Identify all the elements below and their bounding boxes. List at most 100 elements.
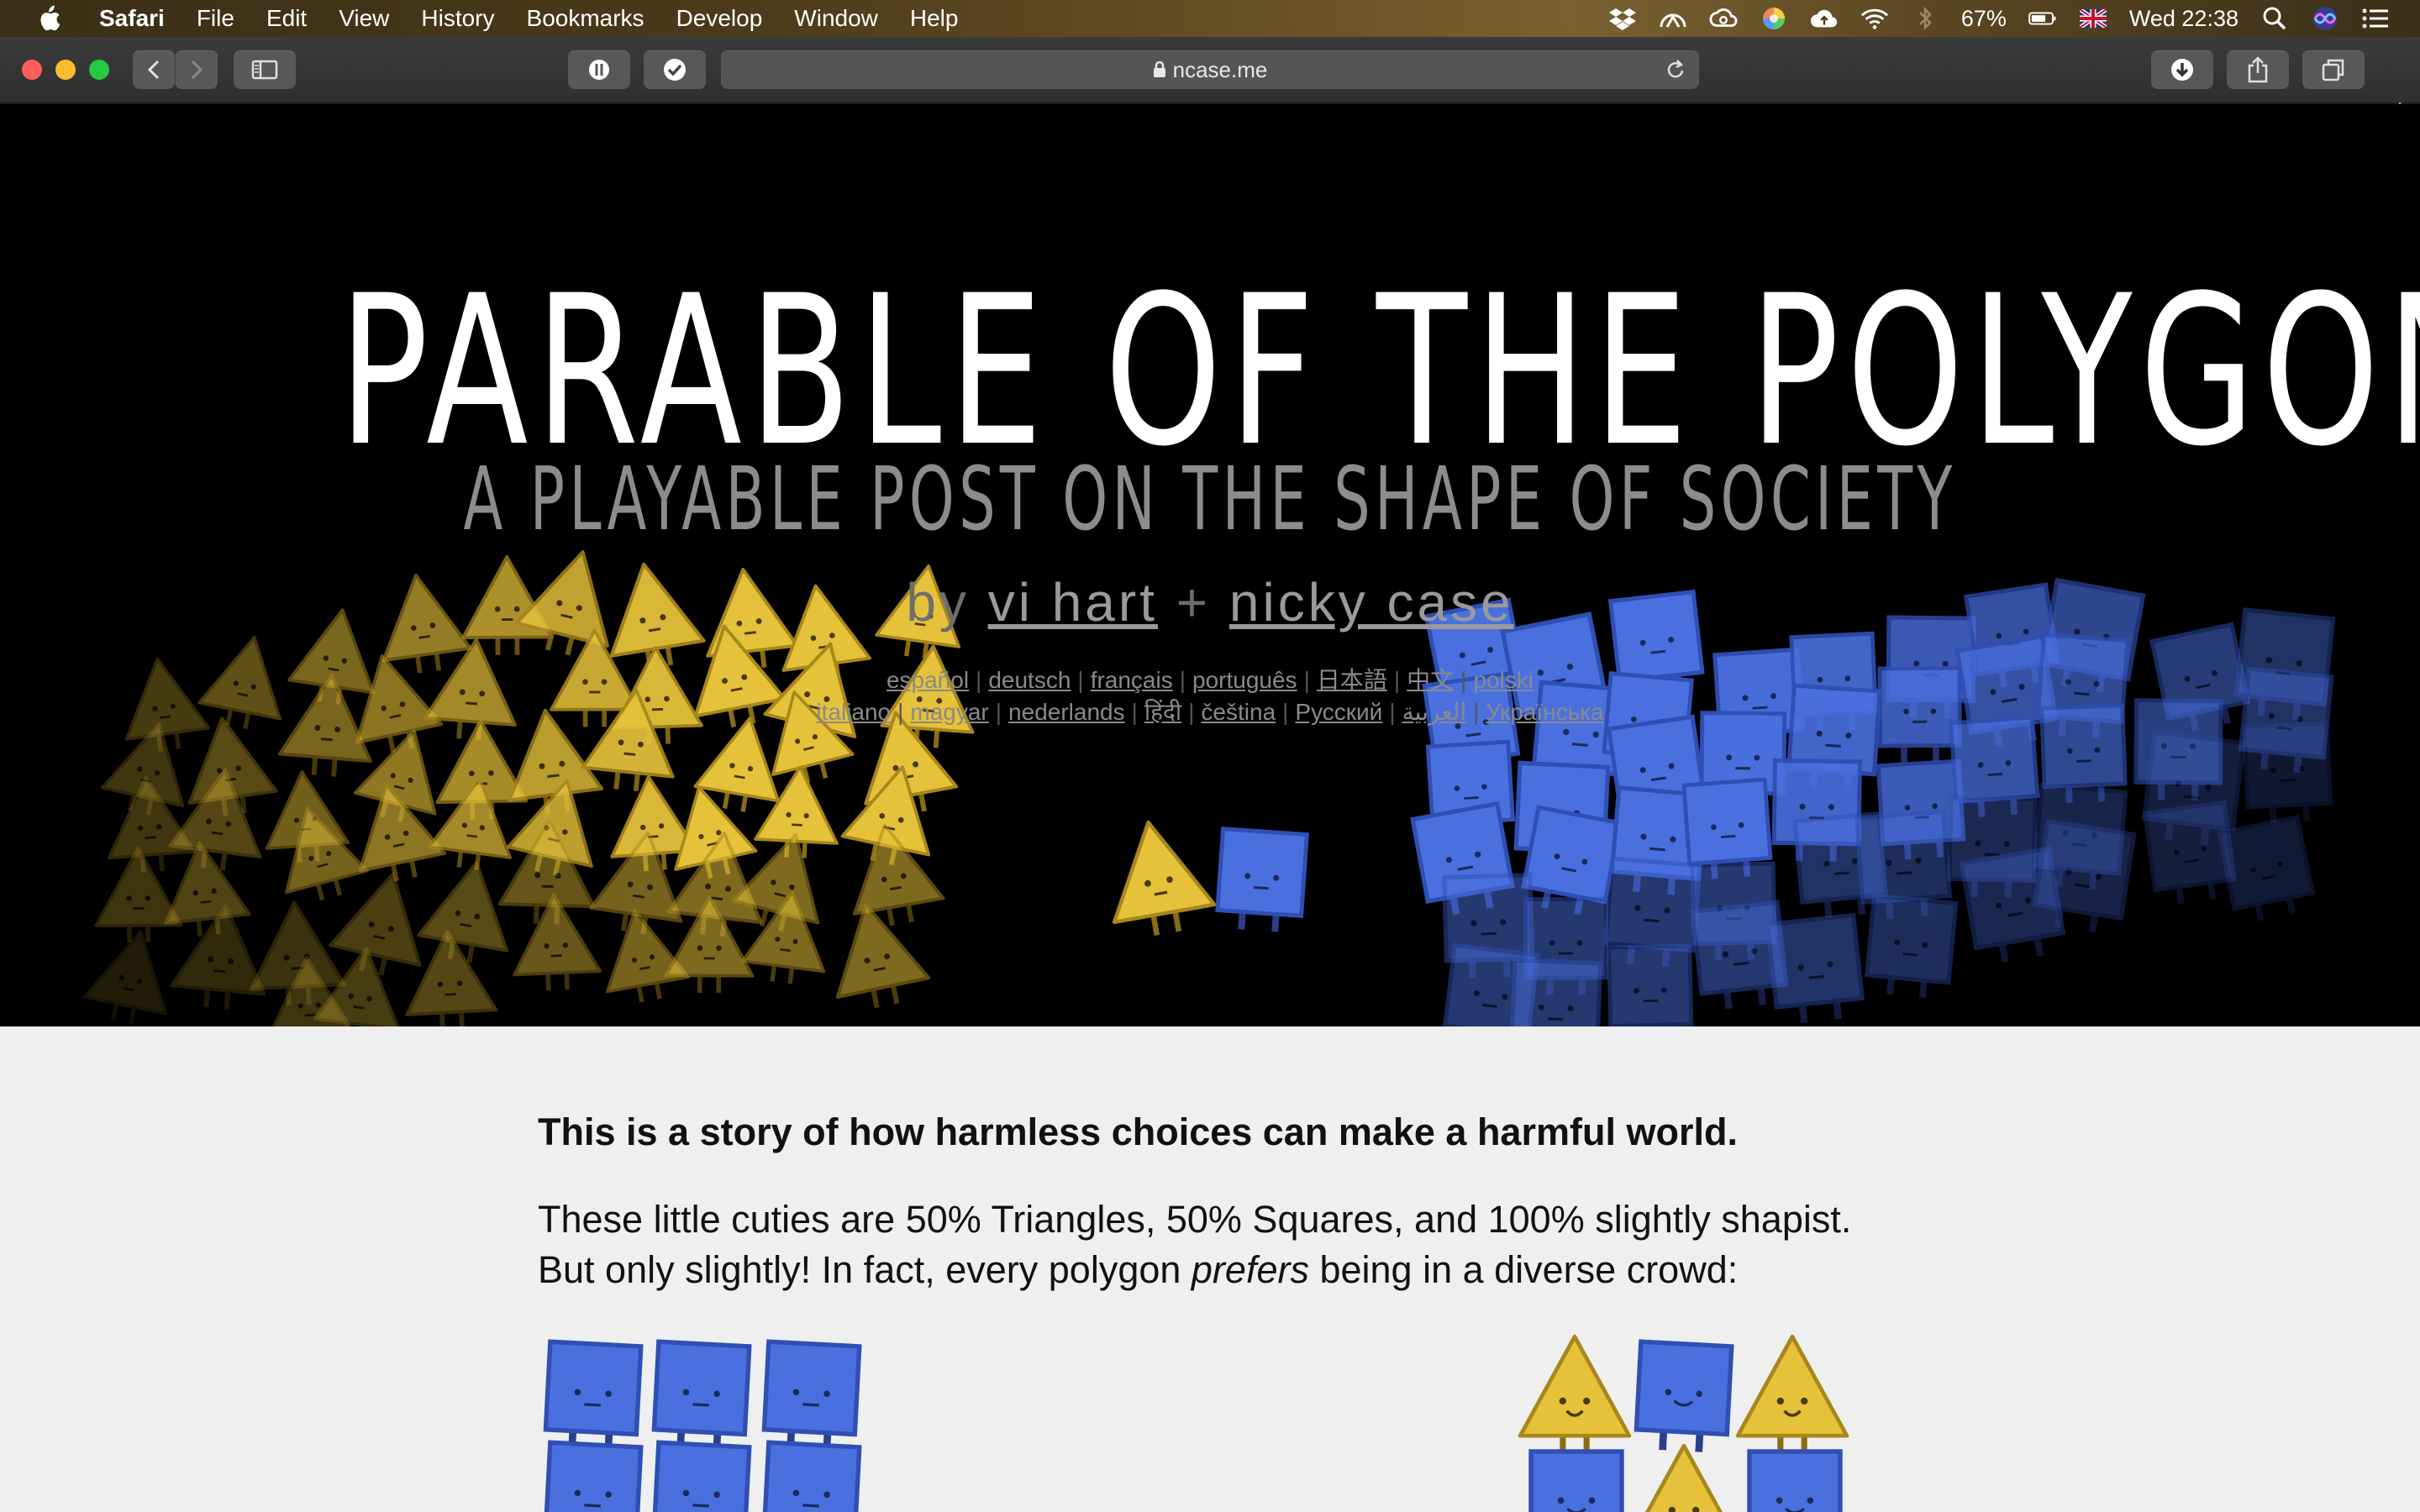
square-character: [1634, 1339, 1734, 1452]
square-character: [1509, 958, 1603, 1026]
sidebar-toggle-button[interactable]: [234, 50, 296, 89]
line2-start: But only slightly! In fact, every polygo…: [538, 1248, 1192, 1291]
reload-icon[interactable]: [1664, 57, 1687, 82]
siri-icon[interactable]: [2311, 6, 2339, 31]
menu-develop[interactable]: Develop: [676, 5, 763, 32]
square-character: [651, 1440, 752, 1512]
triangle-character: [835, 903, 931, 1009]
article-intro: This is a story of how harmless choices …: [538, 1110, 1738, 1153]
language-separator: |: [1389, 699, 1396, 725]
square-character: [761, 1339, 862, 1452]
language-link[interactable]: العربية: [1402, 699, 1467, 725]
uk-flag-icon[interactable]: [2079, 6, 2107, 31]
language-separator: |: [1282, 699, 1289, 725]
language-link[interactable]: italiano: [816, 699, 891, 725]
forward-button[interactable]: [175, 50, 218, 89]
language-link[interactable]: 日本語: [1317, 667, 1387, 693]
tabs-overview-button[interactable]: [2302, 50, 2365, 89]
square-character: [543, 1440, 644, 1512]
language-link[interactable]: polski: [1473, 667, 1534, 693]
article-paragraph-line-2: But only slightly! In fact, every polygo…: [538, 1248, 1738, 1292]
zoom-window-button[interactable]: [89, 60, 109, 80]
square-character: [1747, 1449, 1843, 1512]
language-link[interactable]: français: [1091, 667, 1173, 693]
square-character: [1607, 943, 1694, 1026]
author-link-vi-hart[interactable]: vi hart: [988, 572, 1158, 633]
hero-banner: PARABLE OF THE POLYGONS A PLAYABLE POST …: [0, 104, 2420, 1026]
language-link[interactable]: हिंदी: [1144, 699, 1181, 725]
wifi-icon[interactable]: [1860, 6, 1889, 31]
back-button[interactable]: [133, 50, 175, 89]
square-character: [2216, 814, 2316, 921]
language-links-row-2: italiano | magyar | nederlands | हिंदी | čeština…: [0, 696, 2420, 727]
apple-icon[interactable]: [30, 0, 67, 37]
language-separator: |: [1473, 699, 1480, 725]
sidebar-icon: [251, 60, 278, 80]
color-wheel-icon[interactable]: [1760, 6, 1788, 31]
creative-cloud-icon[interactable]: [1709, 6, 1738, 31]
spotlight-search-icon[interactable]: [2260, 6, 2289, 31]
language-separator: |: [1131, 699, 1138, 725]
chevron-left-icon: [147, 60, 160, 80]
notification-center-icon[interactable]: [2361, 6, 2390, 31]
square-character: [2242, 721, 2333, 824]
menu-history[interactable]: History: [421, 5, 494, 32]
tabs-icon: [2322, 59, 2344, 81]
language-link[interactable]: português: [1192, 667, 1297, 693]
menu-edit[interactable]: Edit: [266, 5, 307, 32]
battery-icon[interactable]: [2028, 6, 2057, 31]
language-link[interactable]: magyar: [910, 699, 988, 725]
language-link[interactable]: deutsch: [988, 667, 1071, 693]
close-window-button[interactable]: [22, 60, 42, 80]
triangle-character: [1735, 1334, 1849, 1458]
language-link[interactable]: nederlands: [1008, 699, 1125, 725]
language-separator: |: [1460, 667, 1467, 693]
page-subtitle: A PLAYABLE POST ON THE SHAPE OF SOCIETY: [463, 448, 1957, 550]
dropbox-icon[interactable]: [1608, 6, 1637, 31]
menu-app-safari[interactable]: Safari: [99, 5, 165, 32]
triangle-character: [1518, 1334, 1632, 1458]
language-link[interactable]: Українська: [1486, 699, 1603, 725]
menu-window[interactable]: Window: [794, 5, 878, 32]
cloud-upload-icon[interactable]: [1810, 6, 1839, 31]
language-link[interactable]: čeština: [1201, 699, 1276, 725]
language-separator: |: [1303, 667, 1310, 693]
triangle-character: [417, 861, 509, 963]
menu-help[interactable]: Help: [910, 5, 959, 32]
extension-button[interactable]: [568, 50, 630, 89]
language-link[interactable]: 中文: [1407, 667, 1454, 693]
article-paragraph-line-1: These little cuties are 50% Triangles, 5…: [538, 1198, 1852, 1241]
triangle-character: [1112, 820, 1217, 937]
share-button[interactable]: [2227, 50, 2289, 89]
page-title: PARABLE OF THE POLYGONS: [339, 252, 2420, 492]
line2-emphasis: prefers: [1191, 1248, 1309, 1291]
menu-bookmarks[interactable]: Bookmarks: [527, 5, 644, 32]
line2-end: being in a diverse crowd:: [1308, 1248, 1739, 1291]
clock[interactable]: Wed 22:38: [2129, 6, 2238, 32]
triangle-character: [94, 846, 183, 942]
bluetooth-icon[interactable]: [1911, 6, 1939, 31]
menu-view[interactable]: View: [339, 5, 389, 32]
menu-file[interactable]: File: [197, 5, 234, 32]
triangle-character: [329, 872, 422, 976]
creative-cloud-arc-icon[interactable]: [1659, 6, 1687, 31]
address-bar[interactable]: ncase.me: [721, 50, 1699, 89]
triangle-character: [1644, 1443, 1723, 1512]
battery-percent[interactable]: 67%: [1961, 6, 2007, 32]
language-link[interactable]: español: [886, 667, 969, 693]
language-separator: |: [1179, 667, 1186, 693]
extension-icon: [589, 60, 609, 80]
square-character: [651, 1339, 752, 1452]
checkmark-extension-button[interactable]: [644, 50, 706, 89]
author-link-nicky-case[interactable]: nicky case: [1229, 572, 1514, 633]
square-character: [1528, 1449, 1624, 1512]
share-icon: [2248, 56, 2268, 83]
minimize-window-button[interactable]: [55, 60, 76, 80]
language-separator: |: [1188, 699, 1195, 725]
downloads-button[interactable]: [2151, 50, 2213, 89]
url-text: ncase.me: [1172, 56, 1268, 82]
language-links-row-1: español | deutsch | français | português | 日本語 | 中…: [0, 662, 2420, 696]
language-link[interactable]: Русский: [1295, 699, 1382, 725]
square-character: [543, 1339, 644, 1452]
square-character: [1215, 826, 1310, 932]
